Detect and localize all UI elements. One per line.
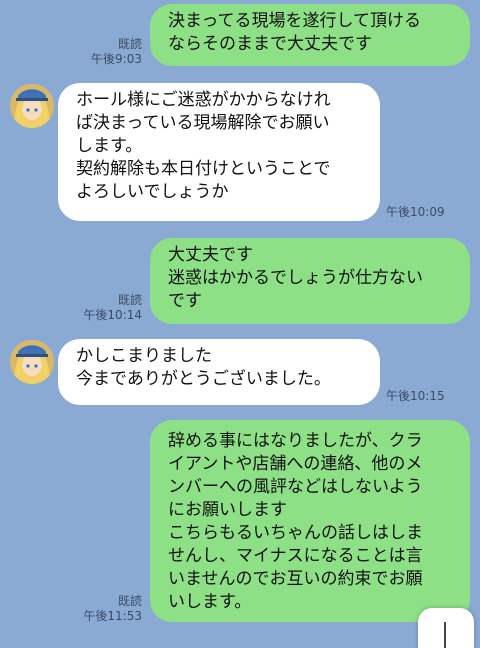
message-line: 辞める事にはなりましたが、クラ xyxy=(168,431,423,451)
read-receipt: 既読 xyxy=(117,37,142,51)
avatar-icon xyxy=(10,340,54,384)
message-bubble-outgoing[interactable]: 大丈夫です 迷惑はかかるでしょうが仕方ない です xyxy=(150,238,470,324)
message-meta: 既読 午後10:14 xyxy=(83,293,142,323)
message-line: イアントや店舗への連絡、他のメ xyxy=(168,454,423,474)
read-receipt: 既読 xyxy=(117,293,142,307)
read-receipt: 既読 xyxy=(117,594,142,608)
message-line: です xyxy=(168,291,202,311)
message-line: よろしいでしょうか xyxy=(76,182,229,202)
message-line: 大丈夫です xyxy=(168,245,253,265)
message-bubble-incoming[interactable]: ホール様にご迷惑がかからなけれ ば決まっている現場解除でお願い します。 契約解… xyxy=(58,83,380,221)
message-line: 契約解除も本日付けということで xyxy=(76,159,331,179)
message-time: 午後11:53 xyxy=(83,609,142,623)
message-time: 午後10:09 xyxy=(386,205,445,219)
message-line: ンバーへの風評などはしないよう xyxy=(168,477,423,497)
message-line: ならそのままで大丈夫です xyxy=(168,34,372,54)
message-time: 午後10:15 xyxy=(386,389,445,403)
message-line: いませんのでお互いの約束でお願 xyxy=(168,569,423,589)
message-line: かしこまりました xyxy=(76,346,212,366)
message-time: 午後9:03 xyxy=(91,52,142,66)
message-line: 決まってる現場を遂行して頂ける xyxy=(168,11,421,31)
chat-view[interactable]: 既読 午後9:03 決まってる現場を遂行して頂ける ならそのままで大丈夫です ホ… xyxy=(0,0,480,648)
message-line: ホール様にご迷惑がかからなけれ xyxy=(76,90,331,110)
contact-avatar[interactable] xyxy=(10,84,54,128)
message-meta: 既読 午後11:53 xyxy=(83,594,142,624)
scroll-down-icon xyxy=(444,622,446,648)
message-time: 午後10:14 xyxy=(83,308,142,322)
message-line: こちらもるいちゃんの話しはしま xyxy=(168,523,423,543)
message-meta: 午後10:15 xyxy=(386,389,445,404)
scroll-down-button[interactable] xyxy=(418,608,474,648)
contact-avatar[interactable] xyxy=(10,340,54,384)
message-line: ば決まっている現場解除でお願い xyxy=(76,113,330,133)
message-line: せんし、マイナスになることは言 xyxy=(168,546,423,566)
message-bubble-outgoing[interactable]: 辞める事にはなりましたが、クラ イアントや店舗への連絡、他のメ ンバーへの風評な… xyxy=(150,420,470,622)
message-line: にお願いします xyxy=(168,500,287,520)
message-line: します。 xyxy=(76,136,143,156)
message-meta: 既読 午後9:03 xyxy=(91,37,142,67)
message-line: 迷惑はかかるでしょうが仕方ない xyxy=(168,268,423,288)
message-bubble-outgoing[interactable]: 決まってる現場を遂行して頂ける ならそのままで大丈夫です xyxy=(150,4,470,66)
message-bubble-incoming[interactable]: かしこまりました 今までありがとうございました。 xyxy=(58,339,380,405)
message-line: 今までありがとうございました。 xyxy=(76,369,331,389)
message-line: いします。 xyxy=(168,592,252,612)
message-meta: 午後10:09 xyxy=(386,205,445,220)
avatar-icon xyxy=(10,84,54,128)
